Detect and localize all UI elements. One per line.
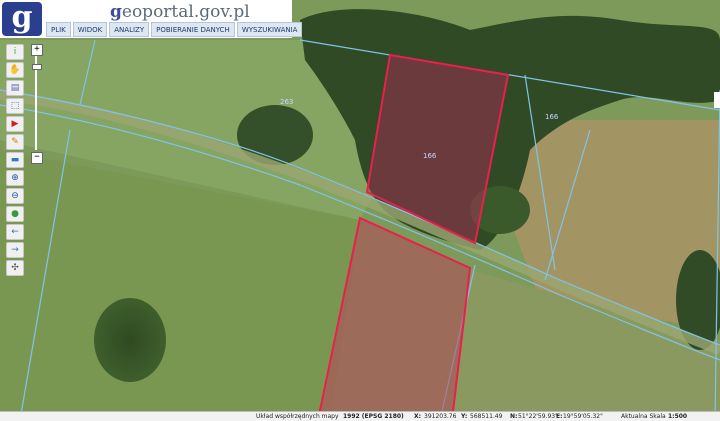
header-bar: g geoportal.gov.pl PLIK WIDOK ANALIZY PO… (0, 0, 303, 38)
select-icon[interactable]: ⬚ (6, 98, 24, 114)
zoom-out-icon[interactable]: ⊖ (6, 188, 24, 204)
menu-pobieranie-danych[interactable]: POBIERANIE DANYCH (151, 22, 235, 37)
n-label: N: (510, 413, 518, 420)
compass-icon[interactable]: ✣ (6, 260, 24, 276)
menu-widok[interactable]: WIDOK (72, 22, 108, 37)
crs-value: 1992 (EPSG 2180) (343, 413, 404, 420)
globe-icon[interactable]: ● (6, 206, 24, 222)
hand-icon[interactable]: ✋ (6, 62, 24, 78)
scale-value: 1:500 (668, 413, 688, 420)
parcel-label-263: 263 (280, 98, 293, 106)
info-icon[interactable]: i (6, 44, 24, 60)
side-panel-tab[interactable] (714, 92, 720, 108)
menu-analizy[interactable]: ANALIZY (109, 22, 150, 37)
zoom-track[interactable] (35, 56, 37, 150)
n-value: 51°22'59.93" (518, 413, 558, 420)
tree-single (94, 298, 166, 382)
main-menu: PLIK WIDOK ANALIZY POBIERANIE DANYCH WYS… (46, 22, 303, 38)
parcel-label-166-center: 166 (423, 152, 437, 160)
y-value: 568511.49 (470, 413, 503, 420)
legend-icon[interactable]: ▤ (6, 80, 24, 96)
zoom-slider: + − (31, 44, 43, 164)
e-label: E: (556, 413, 563, 420)
map-canvas[interactable]: 263 166 166 (0, 0, 720, 420)
zoom-in-button[interactable]: + (31, 44, 43, 56)
crs-label: Układ współrzędnych mapy (256, 413, 339, 420)
geoportal-logo[interactable]: g (2, 0, 42, 36)
y-label: Y: (461, 413, 468, 420)
ruler-icon[interactable]: ▬ (6, 152, 24, 168)
scale-label: Aktualna Skala (621, 413, 666, 420)
parcel-label-166-right: 166 (545, 113, 559, 121)
zoom-in-icon[interactable]: ⊕ (6, 170, 24, 186)
e-value: 19°59'05.32" (563, 413, 603, 420)
truck-icon[interactable]: ▶ (6, 116, 24, 132)
zoom-thumb[interactable] (32, 64, 42, 70)
site-brand: geoportal.gov.pl (110, 2, 250, 22)
zoom-out-button[interactable]: − (31, 152, 43, 164)
menu-plik[interactable]: PLIK (46, 22, 71, 37)
forward-arrow-icon[interactable]: → (6, 242, 24, 258)
x-value: 391203.76 (424, 413, 457, 420)
back-arrow-icon[interactable]: ← (6, 224, 24, 240)
menu-wyszukiwania[interactable]: WYSZUKIWANIA (236, 22, 303, 37)
pencil-icon[interactable]: ✎ (6, 134, 24, 150)
map-toolbar: i ✋ ▤ ⬚ ▶ ✎ ▬ ⊕ ⊖ ● ← → ✣ (6, 44, 30, 276)
x-label: X: (414, 413, 422, 420)
